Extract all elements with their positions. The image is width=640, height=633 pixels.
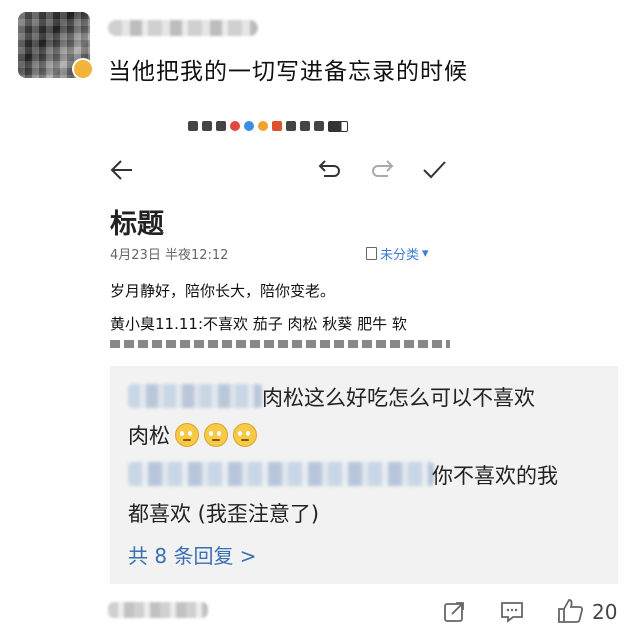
memo-category-label: 未分类 xyxy=(380,248,420,263)
hd-icon xyxy=(188,121,198,131)
memo-category: 未分类 ▾ xyxy=(366,244,429,263)
memo-line-cutoff xyxy=(110,340,450,348)
nfc-icon xyxy=(286,121,296,131)
alarm-icon xyxy=(300,121,310,131)
wifi-icon xyxy=(216,121,226,131)
eye-roll-emoji-icon xyxy=(233,423,257,447)
moon-icon xyxy=(314,121,324,131)
view-more-replies-link[interactable]: 共 8 条回复 > xyxy=(128,540,257,569)
phone-status-bar xyxy=(188,118,348,134)
like-count: 20 xyxy=(592,600,618,624)
back-arrow-icon xyxy=(110,160,132,180)
dropdown-triangle-icon: ▾ xyxy=(422,246,429,261)
share-icon[interactable] xyxy=(442,600,466,624)
blurred-replier-name[interactable] xyxy=(128,462,434,486)
app-icon xyxy=(244,121,254,131)
eye-roll-emoji-icon xyxy=(175,423,199,447)
redo-icon xyxy=(372,160,394,177)
app-icon xyxy=(258,121,268,131)
thumbs-up-icon[interactable] xyxy=(556,597,584,625)
app-icon xyxy=(272,121,282,131)
blurred-timestamp xyxy=(108,602,208,618)
reply-text: 你不喜欢的我 xyxy=(432,464,558,488)
blurred-username[interactable] xyxy=(108,20,258,36)
notebook-icon xyxy=(366,247,377,260)
reply-text: 肉松 xyxy=(128,424,170,448)
verified-badge-icon xyxy=(72,58,94,80)
reply-text: 肉松这么好吃怎么可以不喜欢 xyxy=(262,386,535,410)
check-icon xyxy=(423,161,446,179)
app-icon xyxy=(230,121,240,131)
blurred-replier-name[interactable] xyxy=(128,384,262,408)
comment-icon[interactable] xyxy=(499,600,525,624)
memo-line: 岁月静好，陪你长大，陪你变老。 xyxy=(110,282,336,300)
post-text: 当他把我的一切写进备忘录的时候 xyxy=(108,59,468,85)
signal-icon xyxy=(202,121,212,131)
eye-roll-emoji-icon xyxy=(204,423,228,447)
undo-icon xyxy=(318,160,340,177)
memo-date: 4月23日 半夜12:12 xyxy=(110,248,229,263)
reply-text-continued: 肉松 xyxy=(128,420,257,450)
memo-title: 标题 xyxy=(110,209,164,240)
memo-line: 黄小臭11.11:不喜欢 茄子 肉松 秋葵 肥牛 软 xyxy=(110,315,407,333)
replies-box: 肉松这么好吃怎么可以不喜欢 肉松 你不喜欢的我 都喜欢 (我歪注意了) 共 8 … xyxy=(110,366,618,584)
reply-text: 都喜欢 (我歪注意了) xyxy=(128,502,320,526)
embedded-screenshot[interactable]: 标题 4月23日 半夜12:12 未分类 ▾ 岁月静好，陪你长大，陪你变老。 黄… xyxy=(108,110,466,348)
battery-icon xyxy=(328,120,348,132)
